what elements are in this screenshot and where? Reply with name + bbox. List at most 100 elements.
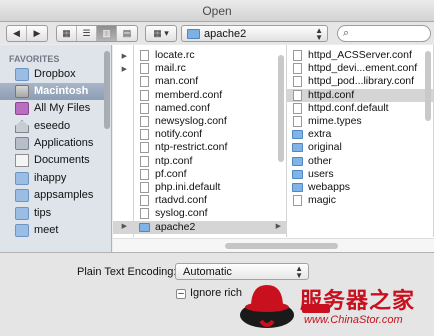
list-item[interactable]: mail.rc	[134, 62, 286, 75]
document-icon	[140, 208, 149, 220]
sidebar-item-label: Dropbox	[34, 68, 76, 80]
grid-icon: ▦ ▾	[153, 28, 169, 38]
list-item[interactable]: extra	[287, 128, 433, 141]
sidebar-item-ihappy[interactable]: ihappy	[0, 170, 104, 187]
coverflow-view-icon[interactable]: ▤	[117, 26, 137, 41]
search-icon: ⌕	[343, 27, 350, 39]
column-browser: ▶ ▶ ▶ apache2 ▶ syslog.conf rtadvd.conf php.…	[113, 45, 434, 252]
sidebar-item-meet[interactable]: meet	[0, 222, 104, 239]
applications-icon	[15, 137, 29, 150]
list-item[interactable]: locate.rc	[134, 49, 286, 62]
sidebar-item-dropbox[interactable]: Dropbox	[0, 66, 104, 83]
sidebar-item-eseedo[interactable]: eseedo	[0, 118, 104, 135]
list-item-label: notify.conf	[155, 128, 203, 141]
folder-icon	[292, 183, 303, 192]
back-forward-control[interactable]: ◀ ▶	[6, 25, 48, 42]
ignore-rich-text-checkbox[interactable]: –	[176, 289, 186, 299]
forward-arrow-icon[interactable]: ▶	[27, 26, 47, 41]
disclosure-arrow-icon: ▶	[121, 53, 127, 60]
list-view-icon[interactable]: ☰	[77, 26, 97, 41]
list-item-label: mail.rc	[155, 62, 186, 75]
arrange-button[interactable]: ▦ ▾	[145, 25, 177, 42]
sidebar-item-appsamples[interactable]: appsamples	[0, 187, 104, 204]
column-2-scrollbar[interactable]	[278, 55, 284, 162]
folder-icon	[15, 207, 29, 220]
list-item[interactable]: rtadvd.conf	[134, 194, 286, 207]
list-item[interactable]: pf.conf	[134, 168, 286, 181]
list-item-label: apache2	[155, 220, 196, 233]
column-3-scrollbar[interactable]	[425, 51, 431, 121]
list-item[interactable]: memberd.conf	[134, 89, 286, 102]
sidebar-item-documents[interactable]: Documents	[0, 152, 104, 169]
folder-icon	[15, 172, 29, 185]
path-popup[interactable]: apache2 ▲ ▼	[181, 25, 328, 42]
list-item[interactable]: users	[287, 168, 433, 181]
sidebar-item-tips[interactable]: tips	[0, 205, 104, 222]
disk-icon	[15, 85, 29, 98]
list-item[interactable]: ntp.conf	[134, 155, 286, 168]
sidebar-item-label: eseedo	[34, 120, 71, 132]
list-item[interactable]: php.ini.default	[134, 181, 286, 194]
list-item[interactable]: apache2 ▶	[134, 220, 286, 234]
list-item[interactable]: httpd_ACSServer.conf	[287, 49, 433, 62]
list-item-label: newsyslog.conf	[155, 115, 227, 127]
view-mode-control[interactable]: ▦ ☰ ▥ ▤	[56, 25, 138, 42]
document-icon	[140, 155, 149, 167]
list-item-label: mime.types	[308, 115, 362, 127]
list-item[interactable]: named.conf	[134, 102, 286, 115]
list-item-label: memberd.conf	[155, 88, 223, 101]
list-item-label: magic	[308, 194, 337, 207]
list-item[interactable]: httpd.conf.default	[287, 102, 433, 115]
list-item[interactable]: ▶	[113, 51, 133, 64]
sidebar-item-macintosh[interactable]: Macintosh	[0, 83, 104, 100]
search-field[interactable]: ⌕	[337, 25, 431, 42]
list-item[interactable]: ▶	[113, 64, 133, 77]
folder-icon	[15, 68, 29, 81]
list-item-label: httpd.conf	[308, 88, 355, 101]
folder-icon	[15, 224, 29, 237]
column-3: magic webapps users other original extra mime.…	[287, 45, 434, 237]
horizontal-scroll-thumb[interactable]	[225, 243, 338, 249]
list-item[interactable]: original	[287, 141, 433, 154]
list-item[interactable]: newsyslog.conf	[134, 115, 286, 128]
document-icon	[293, 63, 302, 75]
document-icon	[140, 168, 149, 180]
horizontal-scrollbar[interactable]	[113, 238, 434, 252]
list-item[interactable]: ntp-restrict.conf	[134, 141, 286, 154]
list-item[interactable]: magic	[287, 194, 433, 207]
list-item[interactable]: httpd_pod...library.conf	[287, 75, 433, 88]
sidebar-item-applications[interactable]: Applications	[0, 135, 104, 152]
list-item[interactable]: other	[287, 155, 433, 168]
document-icon	[140, 116, 149, 127]
list-item-label: locate.rc	[155, 49, 195, 61]
document-icon	[140, 50, 149, 61]
disclosure-arrow-icon: ▶	[121, 223, 127, 230]
folder-icon	[187, 29, 200, 39]
list-item[interactable]: mime.types	[287, 115, 433, 128]
sidebar-scrollbar[interactable]	[104, 51, 110, 129]
list-item-label: php.ini.default	[155, 181, 221, 193]
sidebar-heading: FAVORITES	[9, 54, 60, 64]
icon-view-icon[interactable]: ▦	[57, 26, 77, 41]
list-item[interactable]: syslog.conf	[134, 207, 286, 220]
document-icon	[140, 129, 149, 141]
list-item[interactable]: httpd_devi...ement.conf	[287, 62, 433, 75]
list-item[interactable]: ▶	[113, 221, 133, 234]
document-icon	[140, 89, 149, 101]
list-item-label: httpd_pod...library.conf	[308, 75, 415, 88]
sidebar-item-all-my-files[interactable]: All My Files	[0, 100, 104, 117]
list-item-label: syslog.conf	[155, 207, 208, 220]
column-1: ▶ ▶ ▶	[113, 45, 134, 237]
back-arrow-icon[interactable]: ◀	[7, 26, 27, 41]
list-item-label: httpd.conf.default	[308, 101, 389, 114]
home-icon	[15, 120, 29, 133]
list-item[interactable]: httpd.conf	[287, 88, 433, 102]
list-item-label: ntp.conf	[155, 154, 193, 167]
ignore-rich-text-label: Ignore rich	[190, 287, 242, 299]
document-icon	[293, 195, 302, 207]
list-item-label: extra	[308, 128, 332, 141]
list-item[interactable]: webapps	[287, 181, 433, 194]
column-view-icon[interactable]: ▥	[97, 26, 117, 41]
list-item[interactable]: man.conf	[134, 75, 286, 88]
list-item[interactable]: notify.conf	[134, 128, 286, 141]
